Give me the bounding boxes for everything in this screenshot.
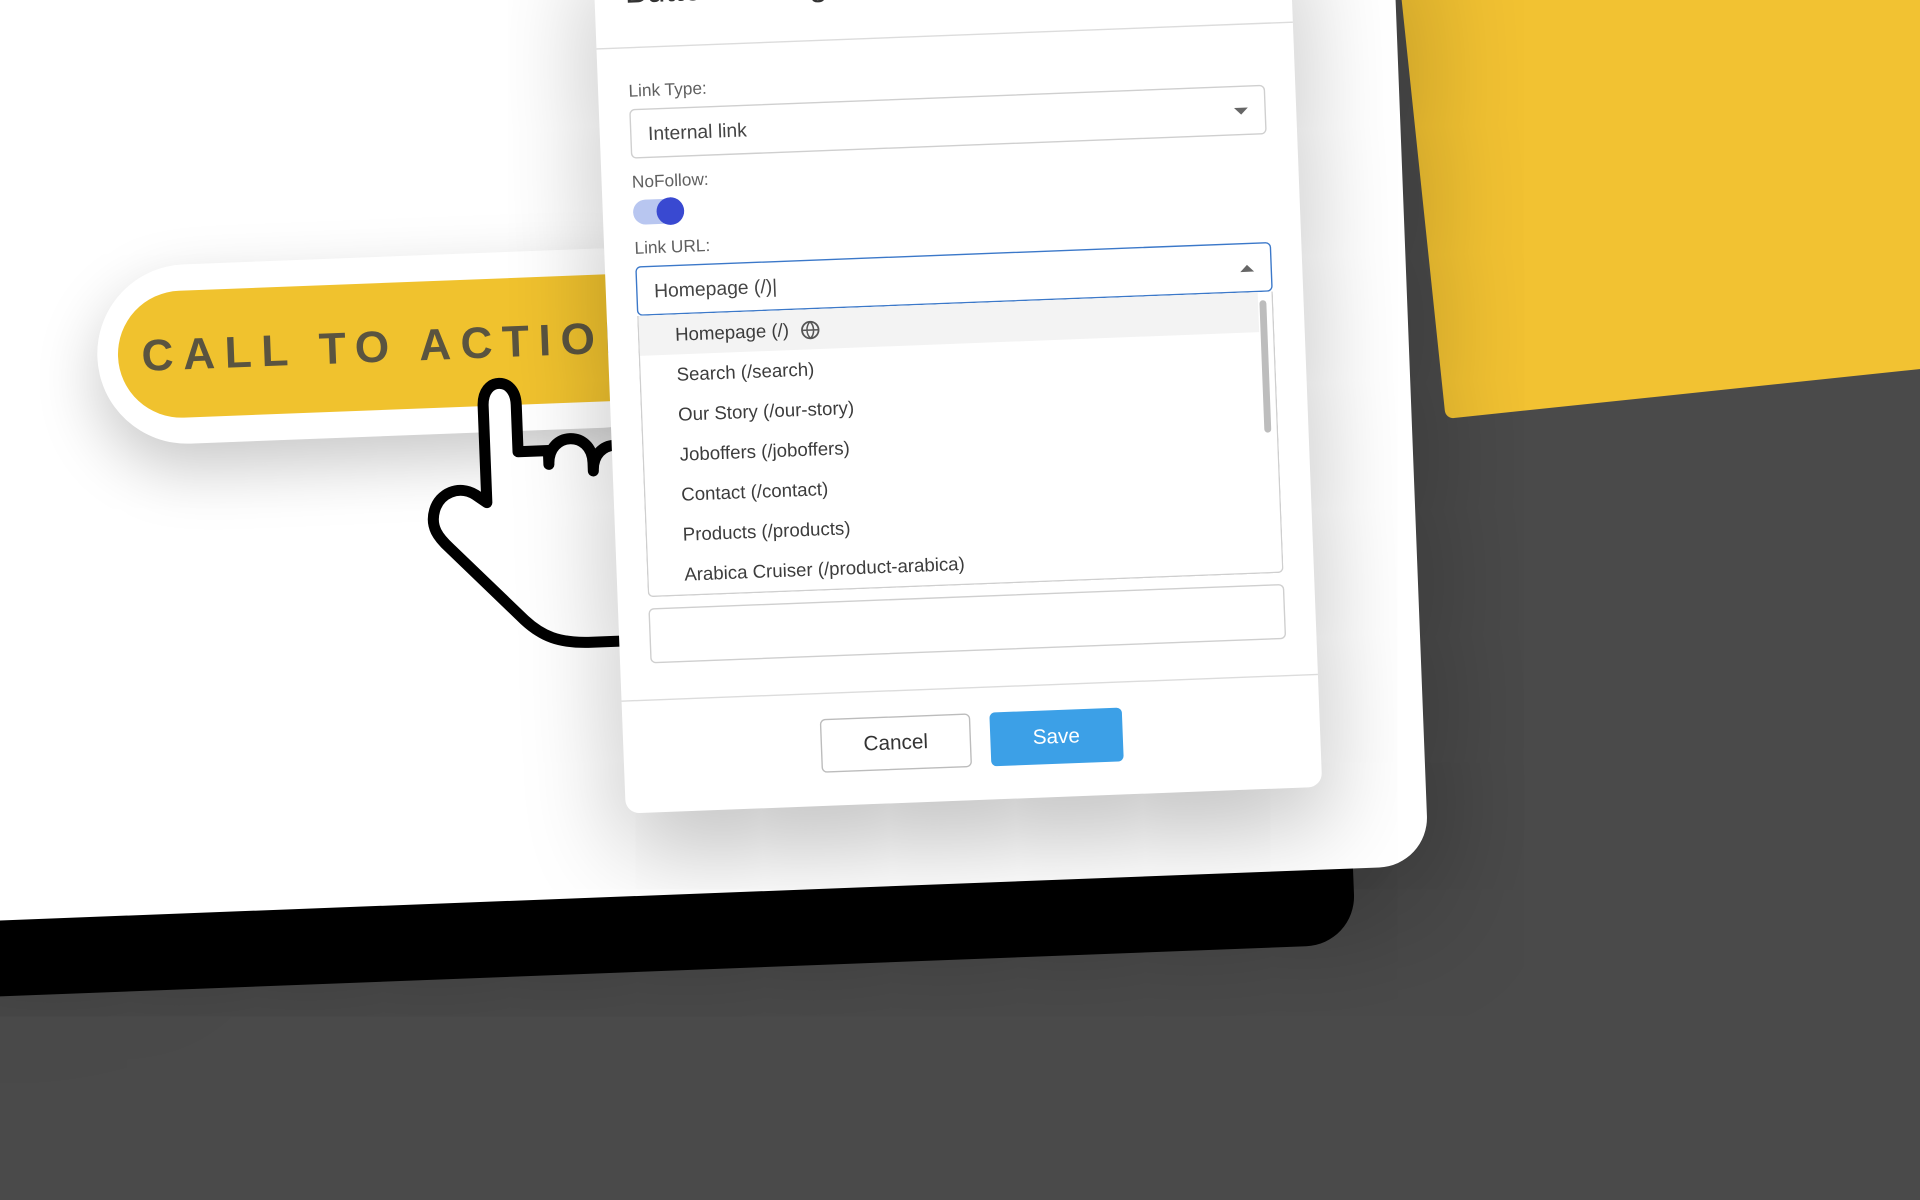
option-label: Contact (/contact) — [681, 479, 829, 505]
option-label: Joboffers (/joboffers) — [679, 438, 850, 465]
cancel-label: Cancel — [863, 730, 928, 756]
nofollow-toggle[interactable] — [633, 198, 684, 225]
link-type-value: Internal link — [648, 118, 748, 144]
decorative-yellow-block — [1388, 0, 1920, 419]
option-label: Arabica Cruiser (/product-arabica) — [684, 553, 965, 584]
extra-field[interactable] — [648, 584, 1286, 664]
option-label: Homepage (/) — [675, 320, 790, 345]
option-label: Search (/search) — [676, 359, 814, 385]
button-setting-modal: Button setting Link Type: Internal link … — [592, 0, 1322, 814]
save-button[interactable]: Save — [989, 708, 1124, 767]
cancel-button[interactable]: Cancel — [820, 713, 972, 773]
globe-icon — [800, 319, 820, 339]
save-label: Save — [1032, 724, 1080, 749]
link-url-dropdown: Homepage (/) Search (/search) Our Story … — [637, 292, 1284, 598]
chevron-down-icon — [1234, 107, 1248, 114]
option-label: Our Story (/our-story) — [678, 397, 855, 424]
toggle-knob — [656, 197, 685, 226]
option-label: Products (/products) — [682, 518, 850, 545]
link-url-value: Homepage (/)| — [654, 275, 778, 302]
modal-title: Button setting — [624, 0, 828, 13]
main-card: CALL TO ACTION Button setting Link Type:… — [0, 0, 1429, 927]
chevron-up-icon — [1240, 264, 1254, 271]
